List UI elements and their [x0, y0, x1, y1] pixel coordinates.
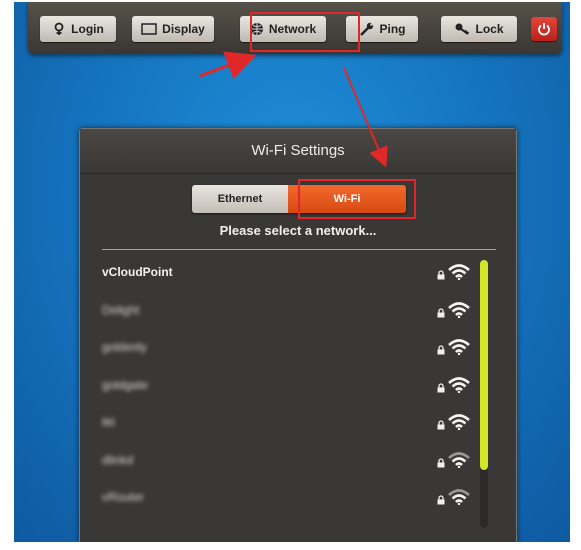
network-name: goldenly [102, 340, 147, 354]
wifi-signal-icon [448, 414, 470, 430]
network-list-item[interactable]: tkt [102, 407, 472, 437]
network-list-item[interactable]: goldgate [102, 370, 472, 400]
tab-ethernet[interactable]: Ethernet [192, 185, 288, 213]
login-icon [52, 22, 66, 36]
login-label: Login [71, 22, 104, 36]
dialog-title: Wi-Fi Settings [80, 129, 516, 174]
lock-icon [437, 345, 445, 355]
wifi-highlight-box [298, 179, 416, 219]
network-status [437, 489, 470, 505]
ping-label: Ping [379, 22, 406, 36]
network-status [437, 376, 470, 393]
lock-icon [437, 307, 445, 317]
lock-icon [437, 270, 445, 280]
network-list-item[interactable]: vRouter [102, 482, 472, 512]
network-name: goldgate [102, 377, 149, 392]
wifi-signal-icon [448, 376, 470, 393]
display-label: Display [162, 22, 205, 36]
network-status [437, 451, 470, 468]
wifi-signal-icon [448, 339, 470, 355]
desktop: Login Display Network Ping Lock Wi-Fi Se… [14, 2, 570, 542]
wifi-signal-icon [448, 451, 470, 468]
monitor-icon [141, 23, 157, 35]
login-button[interactable]: Login [40, 16, 116, 42]
network-name: vRouter [102, 490, 145, 504]
power-icon [537, 22, 551, 36]
lock-button[interactable]: Lock [441, 16, 517, 42]
lock-icon [437, 457, 445, 467]
network-name: tkt [102, 415, 115, 429]
network-name: vCloudPoint [102, 265, 173, 279]
arrow-to-network [199, 51, 257, 80]
network-status [437, 301, 470, 318]
wifi-signal-icon [448, 301, 470, 318]
wifi-settings-dialog: Wi-Fi Settings Ethernet Wi-Fi Please sel… [79, 128, 517, 542]
lock-icon [437, 495, 445, 505]
lock-label: Lock [475, 22, 504, 36]
network-status [437, 414, 470, 430]
wrench-icon [359, 22, 375, 36]
top-toolbar: Login Display Network Ping Lock [28, 2, 562, 54]
network-list-item[interactable]: vCloudPoint [102, 257, 472, 287]
power-button[interactable] [531, 17, 557, 41]
wifi-signal-icon [448, 264, 470, 280]
lock-icon [437, 382, 445, 392]
lock-icon [437, 420, 445, 430]
divider [102, 249, 496, 250]
network-status [437, 339, 470, 355]
network-list-item[interactable]: Delight [102, 295, 472, 325]
network-status [437, 264, 470, 280]
network-highlight-box [250, 12, 360, 52]
display-button[interactable]: Display [132, 16, 214, 42]
scrollbar-thumb[interactable] [480, 260, 488, 470]
select-network-prompt: Please select a network... [219, 223, 377, 238]
network-list-item[interactable]: goldenly [102, 332, 472, 362]
wifi-signal-icon [448, 489, 470, 505]
scrollbar[interactable] [480, 260, 488, 528]
network-name: dlinkd [102, 452, 134, 467]
key-icon [454, 22, 470, 36]
network-name: Delight [102, 302, 140, 317]
network-list-item[interactable]: dlinkd [102, 445, 472, 475]
